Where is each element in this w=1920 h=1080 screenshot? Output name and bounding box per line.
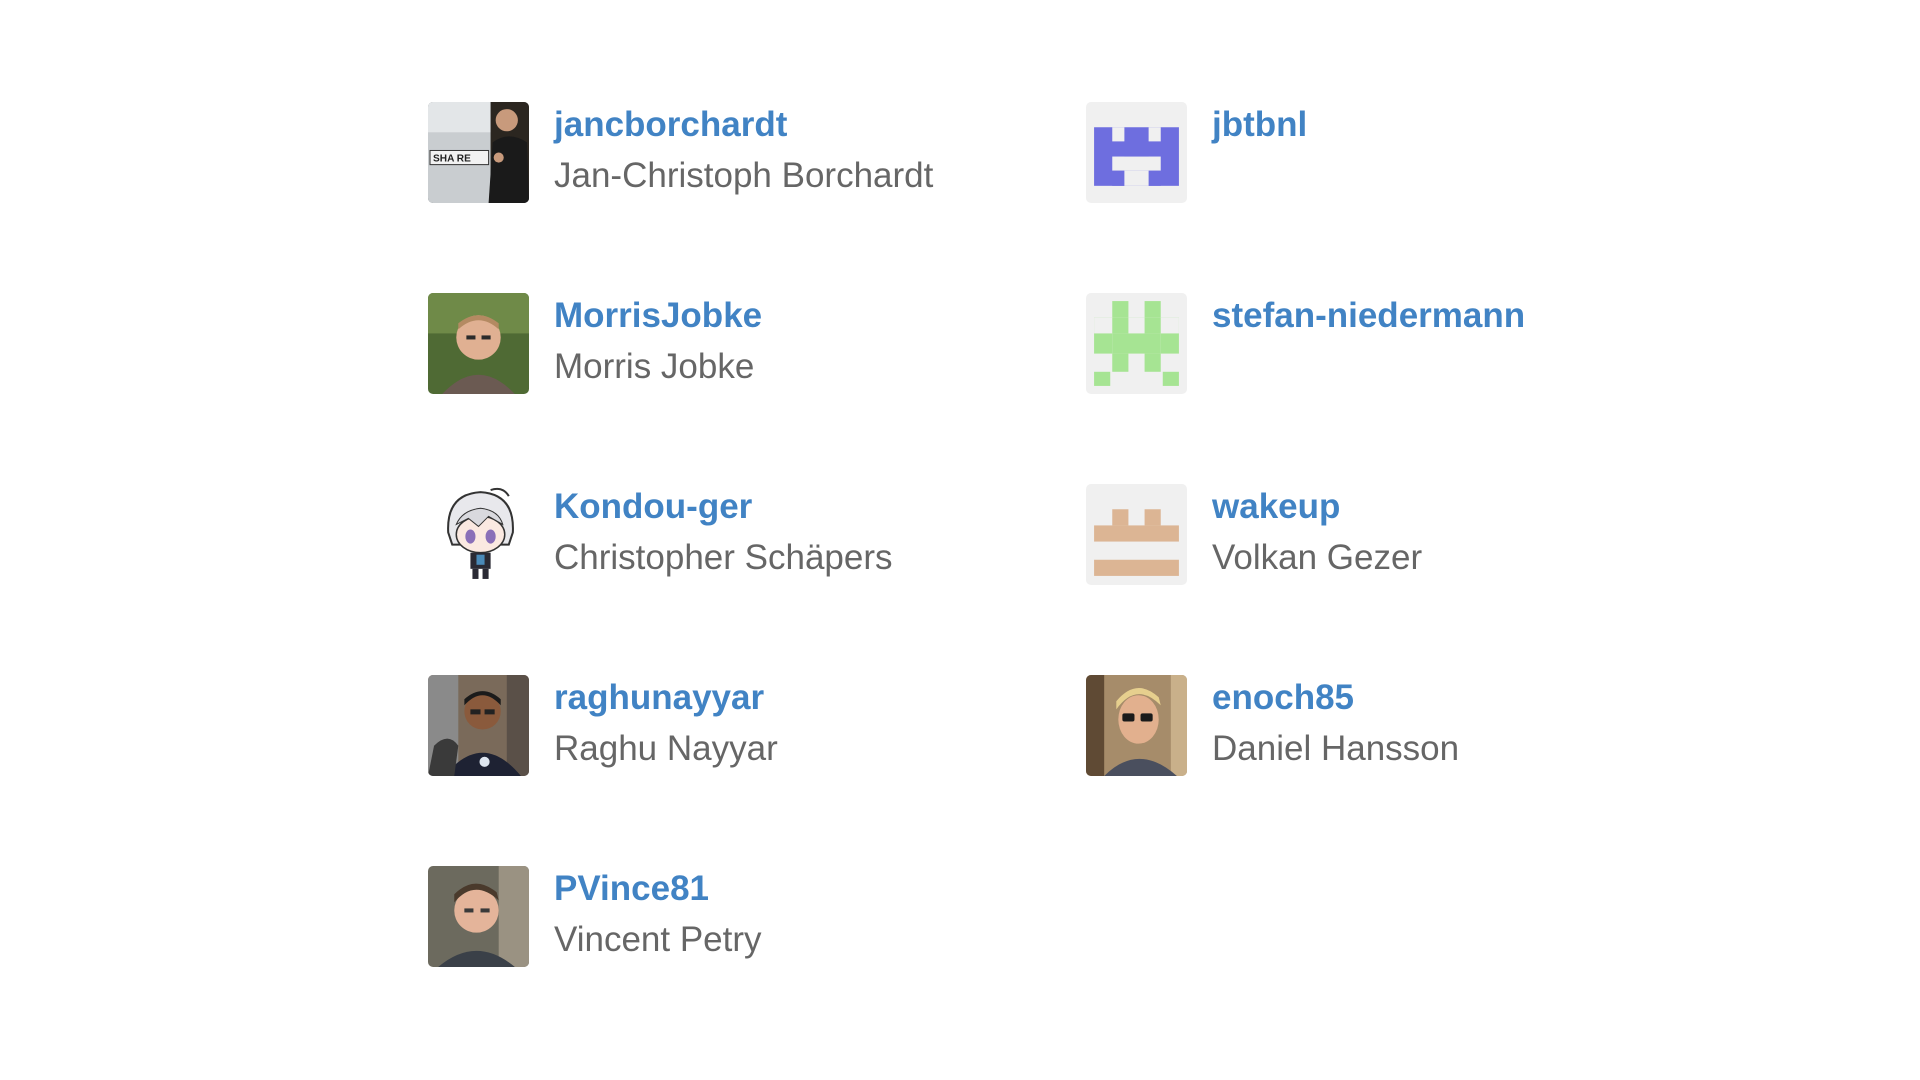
- photo-license-plate-icon[interactable]: SHA RE: [428, 102, 529, 203]
- member-login-link[interactable]: Kondou-ger: [554, 487, 752, 527]
- members-grid: SHA RE jancborchardt Jan-Christoph Borch…: [428, 102, 1628, 1022]
- member-login-link[interactable]: jancborchardt: [554, 105, 787, 145]
- member-card: enoch85 Daniel Hansson: [1086, 675, 1706, 779]
- member-card: jbtbnl: [1086, 102, 1706, 206]
- member-card: stefan-niedermann: [1086, 293, 1706, 397]
- member-full-name: Vincent Petry: [554, 920, 762, 959]
- member-full-name: Jan-Christoph Borchardt: [554, 156, 934, 195]
- member-card: wakeup Volkan Gezer: [1086, 484, 1706, 588]
- identicon-tan-icon[interactable]: [1086, 484, 1187, 585]
- identicon-green-icon[interactable]: [1086, 293, 1187, 394]
- member-card: MorrisJobke Morris Jobke: [428, 293, 1048, 397]
- svg-text:SHA RE: SHA RE: [433, 154, 471, 165]
- member-login-link[interactable]: enoch85: [1212, 678, 1354, 718]
- member-full-name: Daniel Hansson: [1212, 729, 1460, 768]
- identicon-purple-icon[interactable]: [1086, 102, 1187, 203]
- member-full-name: Christopher Schäpers: [554, 538, 893, 577]
- photo-portrait-icon[interactable]: [428, 866, 529, 967]
- member-card: Kondou-ger Christopher Schäpers: [428, 484, 1048, 588]
- member-login-link[interactable]: stefan-niedermann: [1212, 296, 1525, 336]
- member-login-link[interactable]: raghunayyar: [554, 678, 764, 718]
- photo-portrait-icon[interactable]: [428, 675, 529, 776]
- member-login-link[interactable]: wakeup: [1212, 487, 1340, 527]
- member-full-name: Volkan Gezer: [1212, 538, 1423, 577]
- member-login-link[interactable]: jbtbnl: [1212, 105, 1307, 145]
- member-full-name: Raghu Nayyar: [554, 729, 778, 768]
- photo-portrait-icon[interactable]: [428, 293, 529, 394]
- member-login-link[interactable]: PVince81: [554, 869, 709, 909]
- anime-character-icon[interactable]: [428, 484, 529, 585]
- photo-sunglasses-icon[interactable]: [1086, 675, 1187, 776]
- member-card: raghunayyar Raghu Nayyar: [428, 675, 1048, 779]
- member-full-name: Morris Jobke: [554, 347, 755, 386]
- member-card: PVince81 Vincent Petry: [428, 866, 1048, 970]
- member-card: SHA RE jancborchardt Jan-Christoph Borch…: [428, 102, 1048, 206]
- member-login-link[interactable]: MorrisJobke: [554, 296, 762, 336]
